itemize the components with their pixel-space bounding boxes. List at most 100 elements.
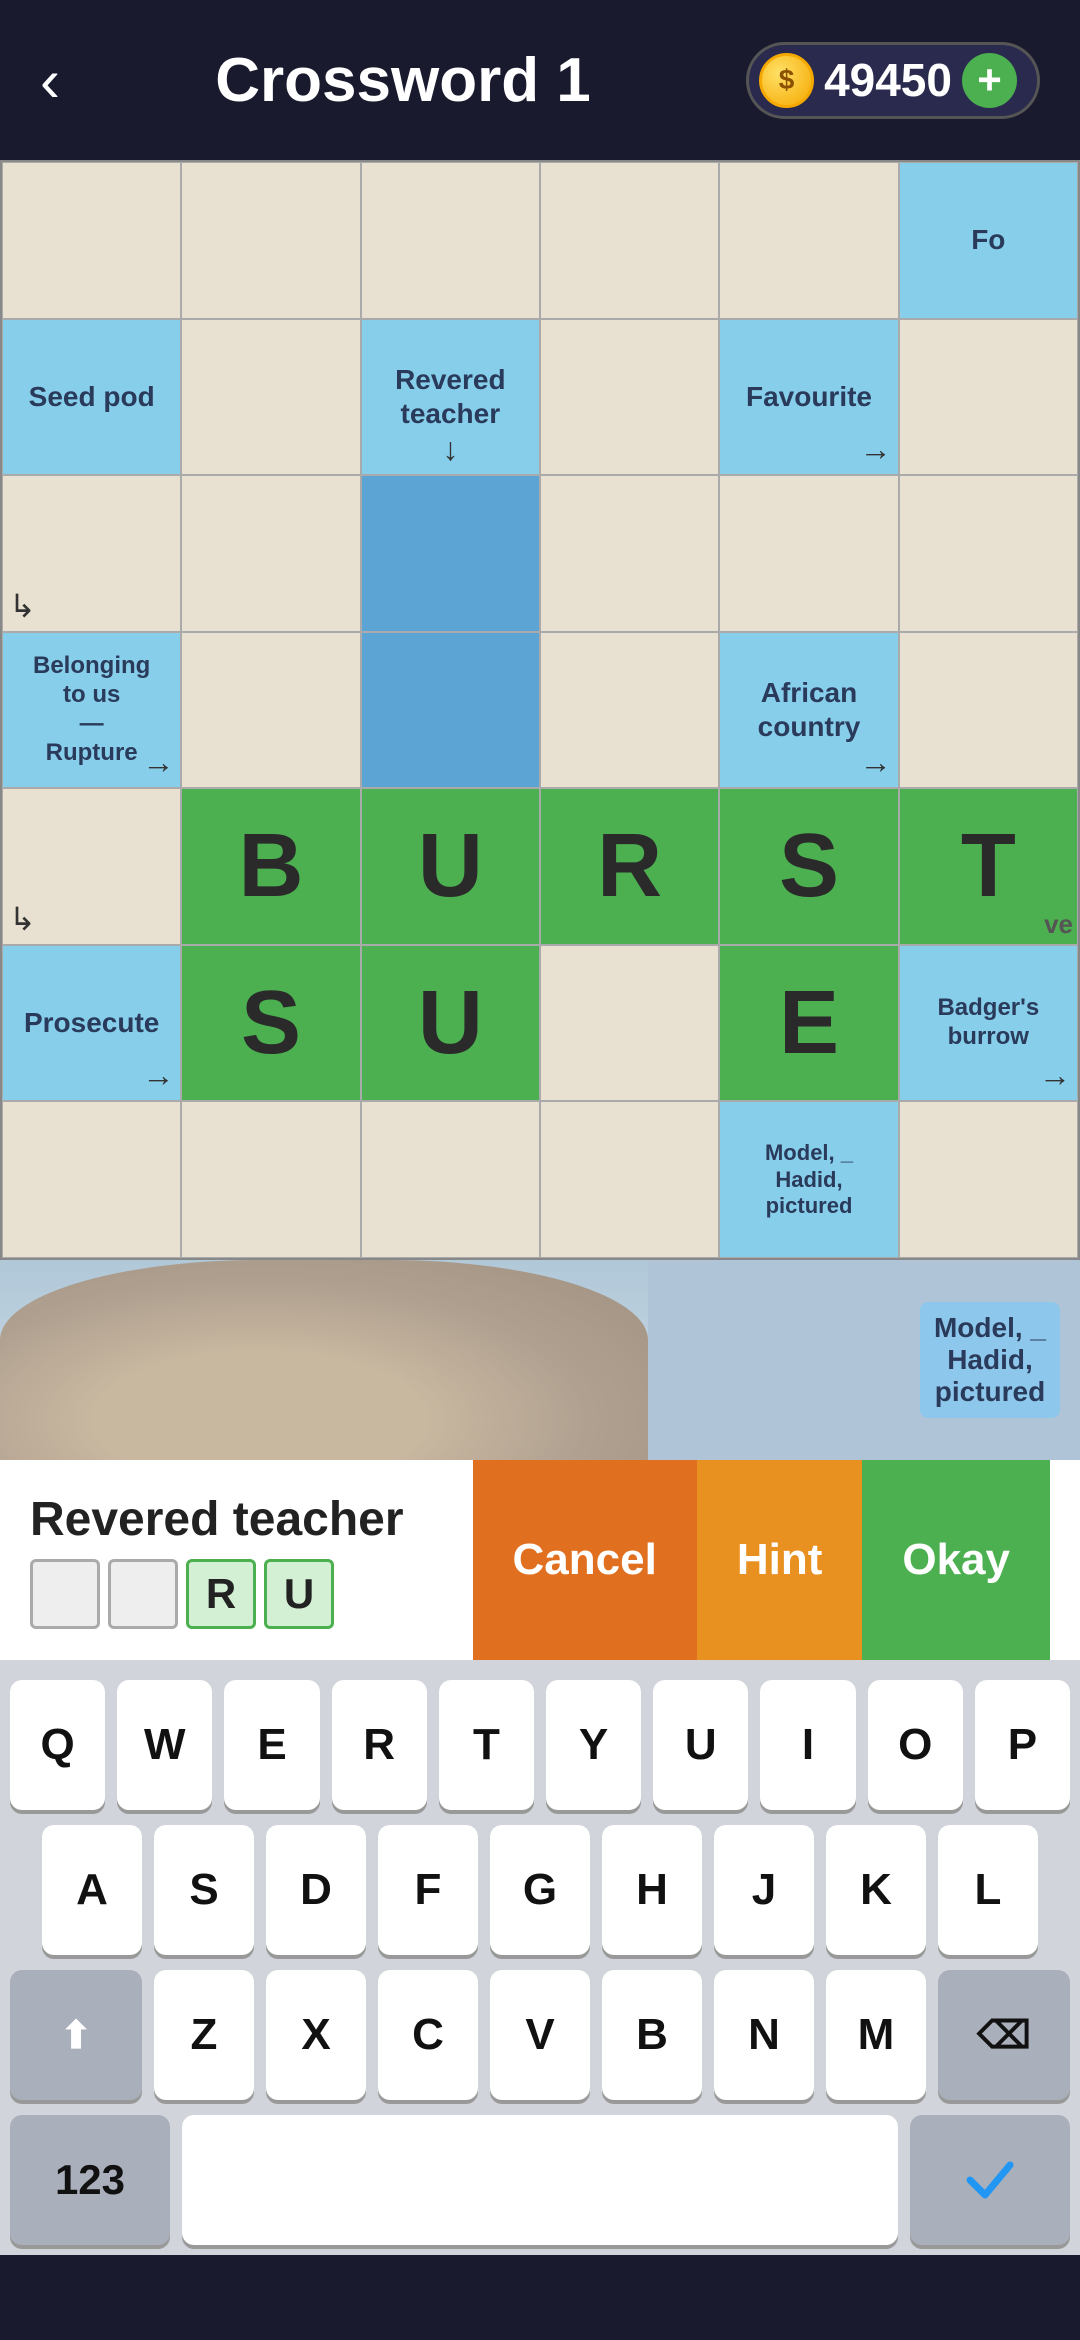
model-clue-overlay: Model, _Hadid,pictured [920, 1302, 1060, 1418]
cell-3-4[interactable]: Africancountry [719, 632, 898, 789]
key-T[interactable]: T [439, 1680, 534, 1810]
key-S[interactable]: S [154, 1825, 254, 1955]
keyboard-row-1: Q W E R T Y U I O P [10, 1680, 1070, 1810]
clue-badger-burrow: Badger'sburrow [931, 988, 1045, 1058]
key-J[interactable]: J [714, 1825, 814, 1955]
cell-0-0[interactable] [2, 162, 181, 319]
cell-5-4[interactable]: E [719, 945, 898, 1102]
key-H[interactable]: H [602, 1825, 702, 1955]
cell-1-5[interactable] [899, 319, 1078, 476]
key-Y[interactable]: Y [546, 1680, 641, 1810]
answer-box-4[interactable]: U [264, 1559, 334, 1629]
key-K[interactable]: K [826, 1825, 926, 1955]
cell-1-3[interactable] [540, 319, 719, 476]
letter-S2: S [241, 972, 301, 1075]
letter-U2: U [418, 972, 483, 1075]
cell-5-0[interactable]: Prosecute [2, 945, 181, 1102]
key-G[interactable]: G [490, 1825, 590, 1955]
key-E[interactable]: E [224, 1680, 319, 1810]
key-P[interactable]: P [975, 1680, 1070, 1810]
cell-2-3[interactable] [540, 475, 719, 632]
key-space[interactable] [182, 2115, 898, 2245]
key-X[interactable]: X [266, 1970, 366, 2100]
answer-box-2[interactable] [108, 1559, 178, 1629]
active-clue-text: Revered teacher [30, 1492, 473, 1547]
letter-S: S [779, 815, 839, 918]
cell-1-0[interactable]: Seed pod [2, 319, 181, 476]
cell-4-4[interactable]: S [719, 788, 898, 945]
cell-6-2[interactable] [361, 1101, 540, 1258]
key-delete[interactable]: ⌫ [938, 1970, 1070, 2100]
cell-2-4[interactable] [719, 475, 898, 632]
cell-3-0[interactable]: Belongingto us—Rupture [2, 632, 181, 789]
cell-0-1[interactable] [181, 162, 360, 319]
add-coins-button[interactable]: + [962, 53, 1017, 108]
cell-5-1[interactable]: S [181, 945, 360, 1102]
cell-6-1[interactable] [181, 1101, 360, 1258]
cell-6-0[interactable] [2, 1101, 181, 1258]
cell-4-1[interactable]: B [181, 788, 360, 945]
letter-U: U [418, 815, 483, 918]
key-N[interactable]: N [714, 1970, 814, 2100]
cell-3-5[interactable] [899, 632, 1078, 789]
cell-3-3[interactable] [540, 632, 719, 789]
hint-button[interactable]: Hint [697, 1460, 863, 1660]
letter-T: T [961, 815, 1016, 918]
cell-0-3[interactable] [540, 162, 719, 319]
clue-favourite: Favourite [740, 374, 878, 420]
key-D[interactable]: D [266, 1825, 366, 1955]
cell-3-2[interactable] [361, 632, 540, 789]
cell-0-5[interactable]: Fo [899, 162, 1078, 319]
okay-button[interactable]: Okay [862, 1460, 1050, 1660]
key-123[interactable]: 123 [10, 2115, 170, 2245]
key-O[interactable]: O [868, 1680, 963, 1810]
cell-4-3[interactable]: R [540, 788, 719, 945]
letter-B: B [238, 815, 303, 918]
clue-revered-teacher: Reveredteacher [389, 357, 512, 436]
cell-1-2[interactable]: Reveredteacher [361, 319, 540, 476]
cell-6-3[interactable] [540, 1101, 719, 1258]
cell-1-4[interactable]: Favourite [719, 319, 898, 476]
back-button[interactable]: ‹ [40, 46, 60, 115]
key-U[interactable]: U [653, 1680, 748, 1810]
keyboard: Q W E R T Y U I O P A S D F G H J K L ⬆ … [0, 1660, 1080, 2255]
letter-R: R [597, 815, 662, 918]
cell-4-0[interactable] [2, 788, 181, 945]
cell-5-2[interactable]: U [361, 945, 540, 1102]
coin-icon: $ [759, 53, 814, 108]
cell-2-5[interactable] [899, 475, 1078, 632]
cell-3-1[interactable] [181, 632, 360, 789]
cell-6-4[interactable]: Model, _Hadid,pictured [719, 1101, 898, 1258]
key-C[interactable]: C [378, 1970, 478, 2100]
key-B[interactable]: B [602, 1970, 702, 2100]
cell-4-2[interactable]: U [361, 788, 540, 945]
key-R[interactable]: R [332, 1680, 427, 1810]
key-I[interactable]: I [760, 1680, 855, 1810]
cell-2-2[interactable] [361, 475, 540, 632]
key-Z[interactable]: Z [154, 1970, 254, 2100]
clue-belonging: Belongingto us—Rupture [27, 646, 156, 773]
key-F[interactable]: F [378, 1825, 478, 1955]
top-bar: ‹ Crossword 1 $ 49450 + [0, 0, 1080, 160]
key-A[interactable]: A [42, 1825, 142, 1955]
cell-5-3[interactable] [540, 945, 719, 1102]
cell-4-5[interactable]: T ve [899, 788, 1078, 945]
answer-box-3[interactable]: R [186, 1559, 256, 1629]
key-checkmark[interactable] [910, 2115, 1070, 2245]
key-V[interactable]: V [490, 1970, 590, 2100]
key-L[interactable]: L [938, 1825, 1038, 1955]
cell-6-5[interactable] [899, 1101, 1078, 1258]
answer-box-1[interactable] [30, 1559, 100, 1629]
cell-2-1[interactable] [181, 475, 360, 632]
grid-container: Fo Seed pod Reveredteacher Favourite Bel… [0, 160, 1080, 1260]
key-W[interactable]: W [117, 1680, 212, 1810]
key-shift[interactable]: ⬆ [10, 1970, 142, 2100]
cell-5-5[interactable]: Badger'sburrow [899, 945, 1078, 1102]
cell-0-4[interactable] [719, 162, 898, 319]
key-Q[interactable]: Q [10, 1680, 105, 1810]
cell-1-1[interactable] [181, 319, 360, 476]
key-M[interactable]: M [826, 1970, 926, 2100]
cancel-button[interactable]: Cancel [473, 1460, 697, 1660]
cell-2-0[interactable] [2, 475, 181, 632]
cell-0-2[interactable] [361, 162, 540, 319]
